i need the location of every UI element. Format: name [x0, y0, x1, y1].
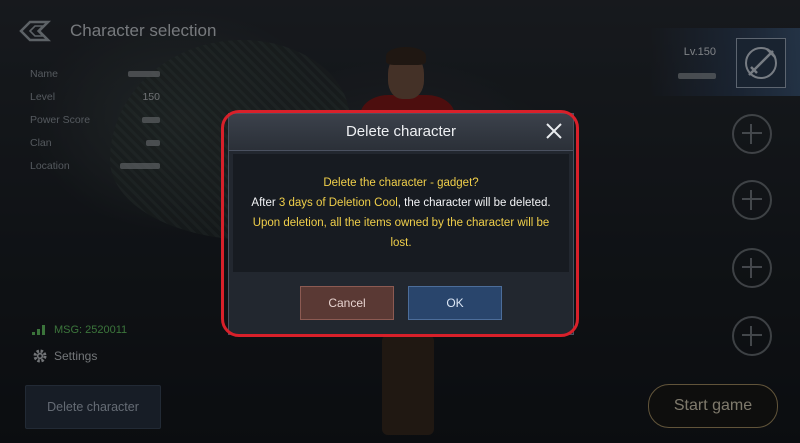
highlight-outline [221, 110, 579, 337]
